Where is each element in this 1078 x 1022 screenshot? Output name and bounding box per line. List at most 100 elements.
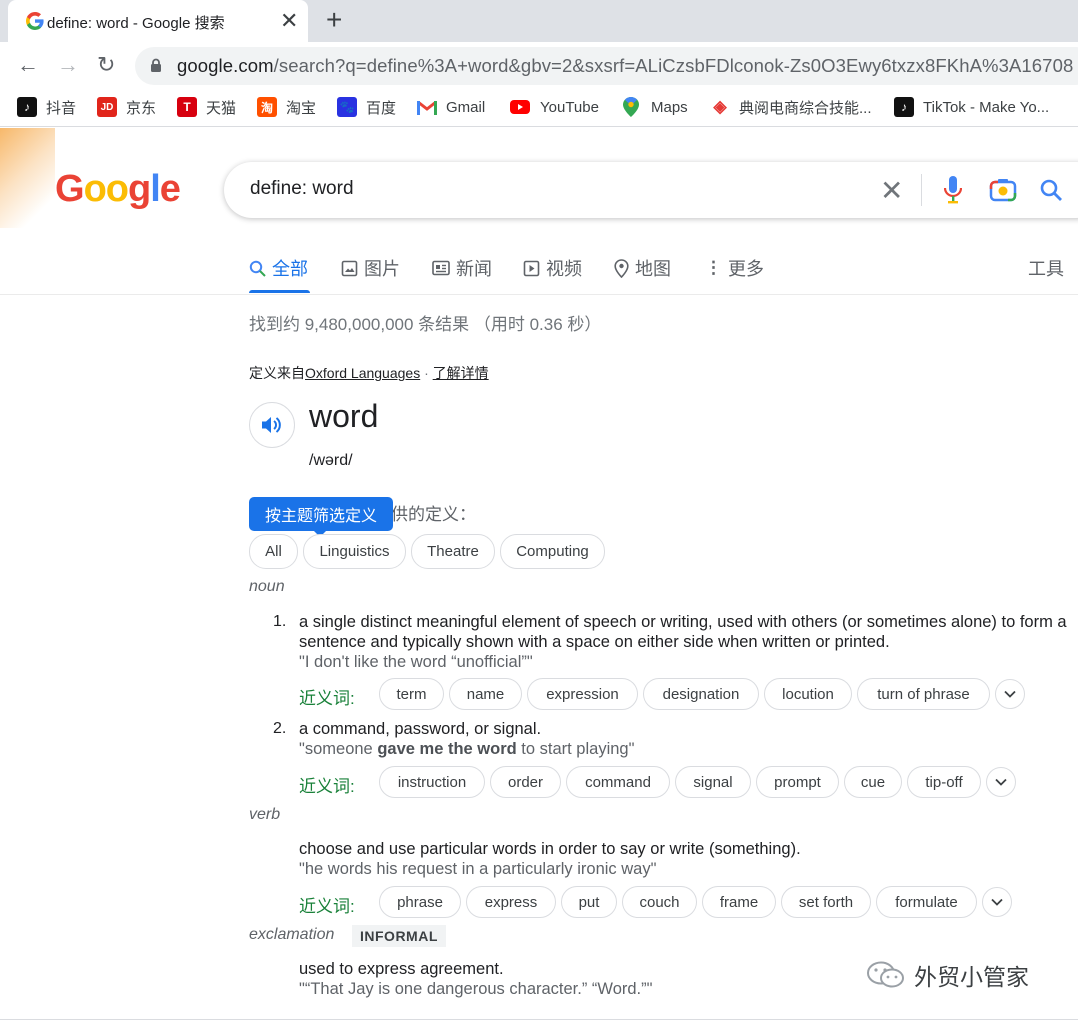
microphone-icon[interactable] xyxy=(944,176,962,204)
source-link[interactable]: Oxford Languages xyxy=(305,365,420,381)
register-badge: INFORMAL xyxy=(352,925,446,947)
google-logo[interactable]: Google xyxy=(55,168,181,211)
topic-chip-linguistics[interactable]: Linguistics xyxy=(303,534,406,569)
url-text[interactable]: google.com/search?q=define%3A+word&gbv=2… xyxy=(177,55,1073,77)
clear-search-icon[interactable]: ✕ xyxy=(880,174,903,207)
chevron-down-icon xyxy=(1004,690,1016,698)
synonym-chip[interactable]: couch xyxy=(622,886,697,918)
bookmark-baidu[interactable]: 🐾 百度 xyxy=(337,96,396,118)
tab-videos[interactable]: 视频 xyxy=(523,255,582,281)
expand-synonyms-button[interactable] xyxy=(995,679,1025,709)
synonym-chip[interactable]: tip-off xyxy=(907,766,981,798)
sense-number: 2. xyxy=(273,720,287,737)
camera-search-icon[interactable] xyxy=(989,177,1017,203)
synonym-chip[interactable]: express xyxy=(466,886,556,918)
synonym-chip[interactable]: term xyxy=(379,678,444,710)
wechat-icon xyxy=(867,961,904,988)
image-icon xyxy=(341,260,358,276)
synonym-chip[interactable]: expression xyxy=(527,678,638,710)
tab-images[interactable]: 图片 xyxy=(341,255,400,281)
bookmark-tiktok[interactable]: ♪ TikTok - Make Yo... xyxy=(894,96,1049,118)
gmail-icon xyxy=(417,100,437,115)
synonym-chip[interactable]: set forth xyxy=(781,886,871,918)
tab-news[interactable]: 新闻 xyxy=(432,255,492,281)
expand-synonyms-button[interactable] xyxy=(982,887,1012,917)
chevron-down-icon xyxy=(991,898,1003,906)
bookmark-label: 典阅电商综合技能... xyxy=(739,99,872,117)
bookmark-douyin[interactable]: ♪ 抖音 xyxy=(17,96,76,118)
synonym-chip[interactable]: name xyxy=(449,678,522,710)
bookmark-label: 淘宝 xyxy=(286,99,317,117)
taobao-icon: 淘 xyxy=(257,97,277,117)
tab-more[interactable]: ⋮ 更多 xyxy=(705,255,764,281)
synonym-chip[interactable]: cue xyxy=(844,766,902,798)
tab-maps[interactable]: 地图 xyxy=(614,255,671,281)
synonym-chip[interactable]: order xyxy=(490,766,561,798)
search-icon[interactable] xyxy=(1040,179,1062,201)
synonym-chip[interactable]: command xyxy=(566,766,670,798)
example-text: "someone gave me the word to start playi… xyxy=(299,739,634,759)
logo-letter: e xyxy=(159,168,181,210)
lock-icon[interactable] xyxy=(150,58,162,73)
bookmark-label: 天猫 xyxy=(206,99,237,117)
tools-button[interactable]: 工具 xyxy=(1028,255,1064,281)
doodle-decoration xyxy=(0,128,55,228)
dictionary-source: 定义来自Oxford Languages · 了解详情 xyxy=(249,363,489,383)
expand-synonyms-button[interactable] xyxy=(986,767,1016,797)
jd-icon: JD xyxy=(97,97,117,117)
synonym-chip[interactable]: frame xyxy=(702,886,776,918)
topic-chip-all[interactable]: All xyxy=(249,534,298,569)
bookmark-youtube[interactable]: YouTube xyxy=(510,96,599,118)
watermark: 外贸小管家 xyxy=(866,958,1029,992)
watermark-text: 外贸小管家 xyxy=(914,964,1029,990)
bookmark-maps[interactable]: Maps xyxy=(623,96,688,118)
phonetic: /wərd/ xyxy=(309,452,353,469)
bookmark-label: Gmail xyxy=(446,98,486,116)
search-divider xyxy=(921,174,922,206)
synonym-chip[interactable]: formulate xyxy=(876,886,977,918)
tools-label: 工具 xyxy=(1028,259,1064,279)
back-icon[interactable]: ← xyxy=(17,52,39,78)
synonym-chip[interactable]: designation xyxy=(643,678,759,710)
tab-all[interactable]: 全部 xyxy=(249,255,308,281)
bookmark-label: 百度 xyxy=(366,99,397,117)
bookmark-dianyue[interactable]: ◈ 典阅电商综合技能... xyxy=(710,96,872,118)
news-icon xyxy=(432,260,450,276)
forward-icon[interactable]: → xyxy=(57,52,79,78)
tab-label: 视频 xyxy=(546,259,582,279)
tab-label: 更多 xyxy=(728,259,764,279)
source-prefix: 定义来自 xyxy=(249,365,305,381)
synonym-chip[interactable]: phrase xyxy=(379,886,461,918)
new-tab-button[interactable]: + xyxy=(326,4,342,36)
synonym-chip[interactable]: turn of phrase xyxy=(857,678,990,710)
url-path: /search?q=define%3A+word&gbv=2&sxsrf=ALi… xyxy=(273,55,1074,76)
part-of-speech-exclamation: exclamation xyxy=(249,926,335,943)
example-text: "I don't like the word “unofficial”" xyxy=(299,653,533,671)
part-of-speech-noun: noun xyxy=(249,578,285,595)
synonyms-label: 近义词: xyxy=(299,897,355,916)
definition-text: choose and use particular words in order… xyxy=(299,840,801,858)
bookmark-tmall[interactable]: T 天猫 xyxy=(177,96,236,118)
bookmark-label: YouTube xyxy=(540,98,599,116)
headword: word xyxy=(309,398,379,434)
reload-icon[interactable]: ↻ xyxy=(97,52,115,78)
video-icon xyxy=(523,260,540,276)
topic-chip-computing[interactable]: Computing xyxy=(500,534,605,569)
synonym-chip[interactable]: put xyxy=(561,886,617,918)
synonym-chip[interactable]: locution xyxy=(764,678,852,710)
map-pin-icon xyxy=(614,258,629,278)
synonym-chip[interactable]: prompt xyxy=(756,766,839,798)
close-tab-icon[interactable]: ✕ xyxy=(280,8,298,34)
synonym-chip[interactable]: signal xyxy=(675,766,751,798)
bookmark-gmail[interactable]: Gmail xyxy=(417,96,485,118)
bookmark-taobao[interactable]: 淘淘宝 xyxy=(257,96,316,118)
synonym-chip[interactable]: instruction xyxy=(379,766,485,798)
topic-chip-theatre[interactable]: Theatre xyxy=(411,534,495,569)
search-input[interactable]: define: word xyxy=(250,178,354,200)
pronounce-button[interactable] xyxy=(249,402,295,448)
learn-more-link[interactable]: 了解详情 xyxy=(433,365,489,381)
bookmark-jd[interactable]: JD 京东 xyxy=(97,96,156,118)
bookmark-label: Maps xyxy=(651,98,688,116)
tiktok-icon: ♪ xyxy=(17,97,37,117)
tiktok-icon: ♪ xyxy=(894,97,914,117)
